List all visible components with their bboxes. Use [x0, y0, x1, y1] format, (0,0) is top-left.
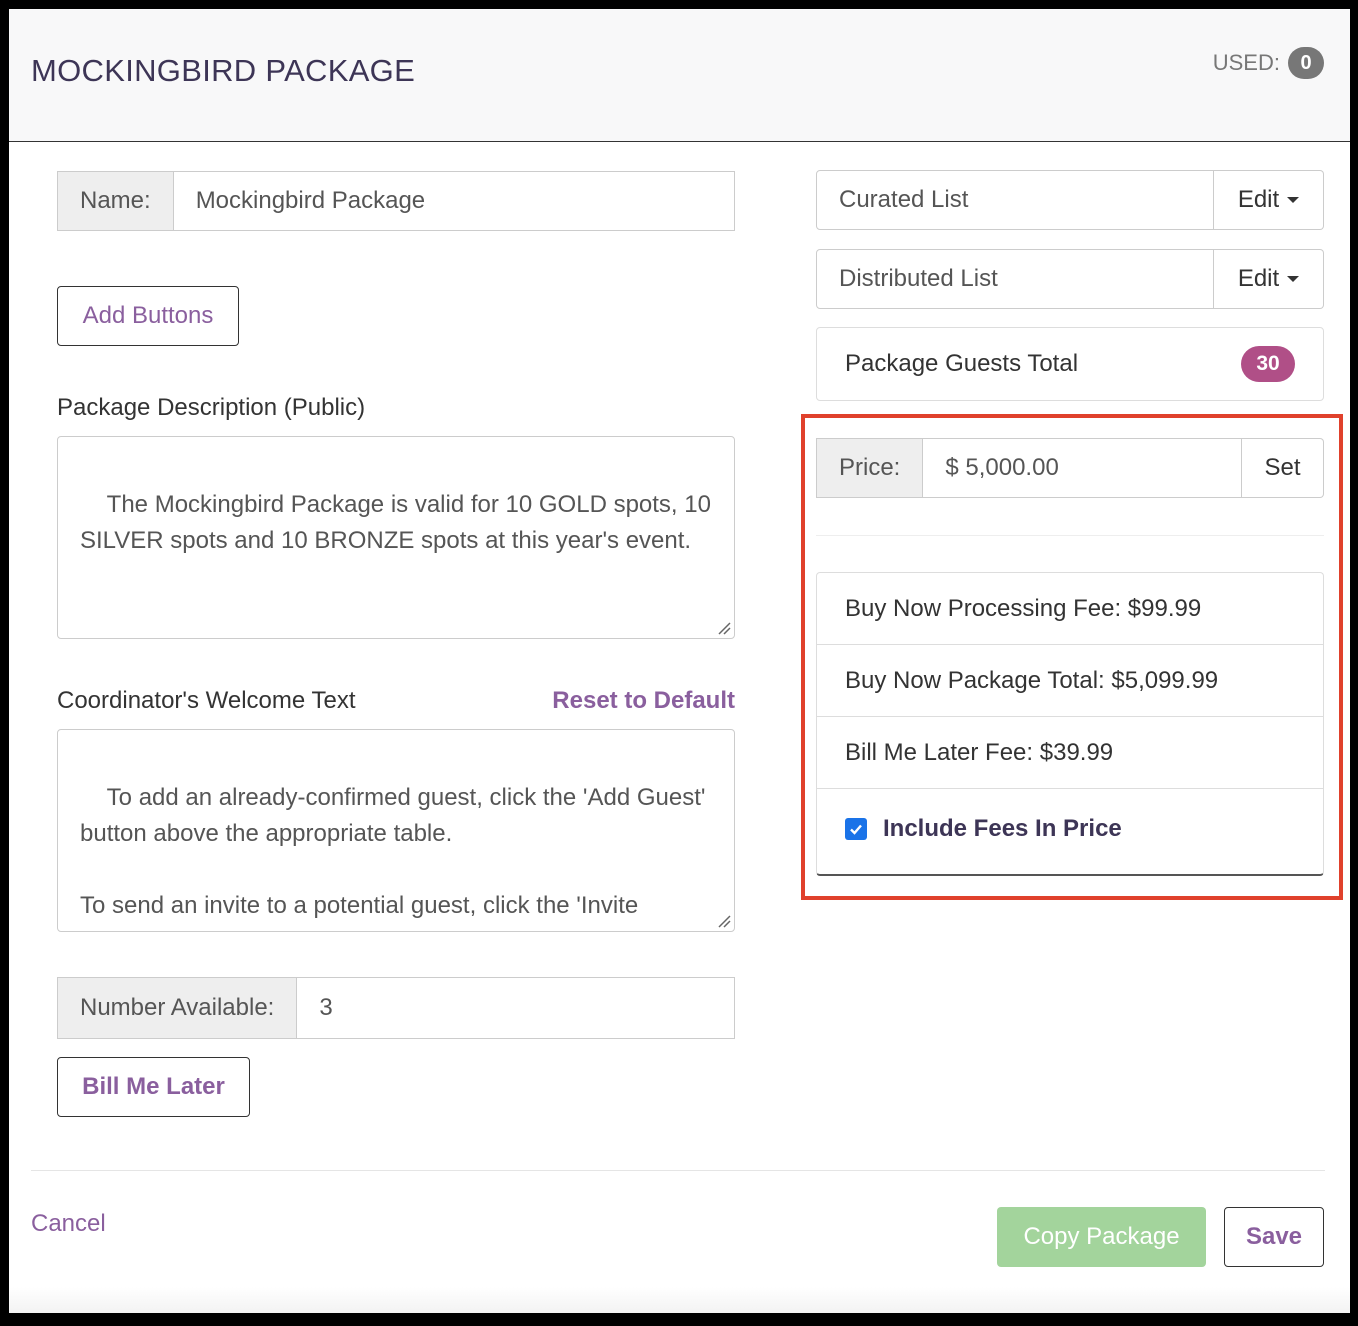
curated-list-field[interactable]: Curated List — [816, 170, 1214, 230]
fees-list: Buy Now Processing Fee: $99.99 Buy Now P… — [816, 572, 1324, 876]
resize-handle-icon[interactable] — [717, 914, 731, 928]
set-price-button[interactable]: Set — [1242, 438, 1324, 498]
caret-down-icon — [1287, 197, 1300, 203]
caret-down-icon — [1287, 276, 1300, 282]
description-textarea[interactable]: The Mockingbird Package is valid for 10 … — [57, 436, 735, 639]
description-label: Package Description (Public) — [57, 394, 366, 421]
bill-me-later-button[interactable]: Bill Me Later — [57, 1057, 250, 1117]
package-modal: MOCKINGBIRD PACKAGE USED: 0 Name: Mockin… — [9, 9, 1350, 1313]
distributed-list-field[interactable]: Distributed List — [816, 249, 1214, 309]
welcome-text: To add an already-confirmed guest, click… — [80, 784, 706, 931]
number-available-label: Number Available: — [57, 977, 297, 1039]
divider — [816, 535, 1324, 536]
page-title: MOCKINGBIRD PACKAGE — [31, 53, 416, 88]
copy-package-button[interactable]: Copy Package — [997, 1207, 1206, 1267]
add-buttons-button[interactable]: Add Buttons — [57, 286, 239, 346]
number-available-group: Number Available: 3 — [57, 977, 735, 1039]
reset-to-default-link[interactable]: Reset to Default — [552, 687, 735, 715]
bill-later-fee-row: Bill Me Later Fee: $39.99 — [817, 717, 1323, 789]
name-input-group: Name: Mockingbird Package — [57, 171, 735, 231]
number-available-input[interactable]: 3 — [296, 977, 735, 1039]
resize-handle-icon[interactable] — [717, 621, 731, 635]
include-fees-label: Include Fees In Price — [883, 815, 1122, 842]
edit-label: Edit — [1237, 186, 1280, 213]
distributed-edit-dropdown[interactable]: Edit — [1214, 249, 1324, 309]
package-total-row: Buy Now Package Total: $5,099.99 — [817, 645, 1323, 717]
save-button[interactable]: Save — [1224, 1207, 1324, 1267]
modal-bottom-edge — [9, 1287, 1350, 1313]
footer-divider — [31, 1170, 1325, 1171]
price-input[interactable]: $ 5,000.00 — [922, 438, 1242, 498]
used-counter: USED: 0 — [1213, 47, 1324, 79]
distributed-list-group: Distributed List Edit — [816, 249, 1324, 309]
welcome-label: Coordinator's Welcome Text — [57, 687, 356, 714]
package-guests-total: Package Guests Total 30 — [816, 327, 1324, 401]
cancel-link[interactable]: Cancel — [31, 1210, 106, 1238]
price-input-group: Price: $ 5,000.00 Set — [816, 438, 1324, 498]
edit-label: Edit — [1237, 265, 1280, 292]
used-label: USED: — [1212, 50, 1280, 75]
include-fees-checkbox[interactable] — [845, 818, 867, 840]
processing-fee-row: Buy Now Processing Fee: $99.99 — [817, 573, 1323, 645]
curated-list-group: Curated List Edit — [816, 170, 1324, 230]
include-fees-row[interactable]: Include Fees In Price — [817, 789, 1323, 869]
guests-total-label: Package Guests Total — [845, 350, 1079, 377]
modal-header: MOCKINGBIRD PACKAGE USED: 0 — [9, 9, 1350, 142]
curated-edit-dropdown[interactable]: Edit — [1214, 170, 1324, 230]
description-text: The Mockingbird Package is valid for 10 … — [80, 491, 718, 554]
welcome-textarea[interactable]: To add an already-confirmed guest, click… — [57, 729, 735, 932]
name-input[interactable]: Mockingbird Package — [172, 171, 735, 231]
price-label: Price: — [816, 438, 923, 498]
checkmark-icon — [850, 824, 862, 835]
guests-total-badge: 30 — [1241, 346, 1295, 382]
used-badge: 0 — [1288, 47, 1324, 79]
name-label: Name: — [57, 171, 173, 231]
